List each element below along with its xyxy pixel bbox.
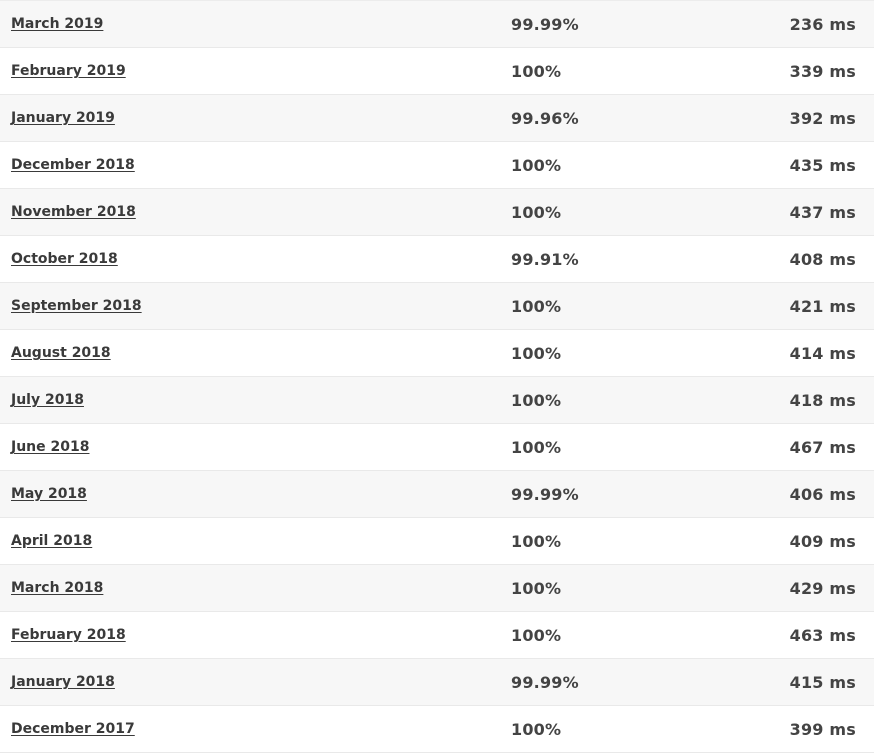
month-link[interactable]: June 2018 [11,439,89,455]
table-row: January 2019 99.96% 392 ms [0,95,874,142]
response-time-cell: 467 ms [789,437,856,457]
response-time-cell: 435 ms [789,155,856,175]
month-cell: December 2017 [0,721,500,737]
table-row: December 2017 100% 399 ms [0,706,874,753]
uptime-cell: 99.91% [511,249,579,269]
response-time-cell: 392 ms [789,108,856,128]
month-cell: September 2018 [0,298,500,314]
month-cell: May 2018 [0,486,500,502]
month-link[interactable]: November 2018 [11,204,136,220]
table-row: August 2018 100% 414 ms [0,330,874,377]
uptime-cell: 99.96% [511,108,579,128]
table-row: July 2018 100% 418 ms [0,377,874,424]
uptime-cell: 100% [511,343,562,363]
table-row: June 2018 100% 467 ms [0,424,874,471]
uptime-cell: 100% [511,531,562,551]
response-time-cell: 399 ms [789,719,856,739]
month-cell: November 2018 [0,204,500,220]
table-row: November 2018 100% 437 ms [0,189,874,236]
month-link[interactable]: May 2018 [11,486,87,502]
table-row: March 2018 100% 429 ms [0,565,874,612]
month-cell: January 2019 [0,110,500,126]
uptime-cell: 100% [511,390,562,410]
uptime-cell: 100% [511,202,562,222]
uptime-cell: 100% [511,155,562,175]
month-cell: February 2018 [0,627,500,643]
month-cell: March 2018 [0,580,500,596]
table-row: March 2019 99.99% 236 ms [0,1,874,48]
response-time-cell: 463 ms [789,625,856,645]
response-time-cell: 415 ms [789,672,856,692]
uptime-cell: 100% [511,625,562,645]
month-cell: December 2018 [0,157,500,173]
uptime-cell: 99.99% [511,484,579,504]
uptime-cell: 100% [511,437,562,457]
month-cell: April 2018 [0,533,500,549]
uptime-cell: 99.99% [511,672,579,692]
month-link[interactable]: April 2018 [11,533,92,549]
table-row: October 2018 99.91% 408 ms [0,236,874,283]
month-link[interactable]: September 2018 [11,298,142,314]
response-time-cell: 409 ms [789,531,856,551]
month-cell: July 2018 [0,392,500,408]
monthly-uptime-table: March 2019 99.99% 236 ms February 2019 1… [0,0,874,753]
month-link[interactable]: March 2019 [11,16,103,32]
month-link[interactable]: December 2018 [11,157,135,173]
month-cell: June 2018 [0,439,500,455]
month-link[interactable]: February 2018 [11,627,126,643]
table-row: December 2018 100% 435 ms [0,142,874,189]
month-cell: August 2018 [0,345,500,361]
month-link[interactable]: February 2019 [11,63,126,79]
month-cell: October 2018 [0,251,500,267]
table-row: April 2018 100% 409 ms [0,518,874,565]
month-link[interactable]: January 2019 [11,110,115,126]
response-time-cell: 408 ms [789,249,856,269]
response-time-cell: 429 ms [789,578,856,598]
month-link[interactable]: December 2017 [11,721,135,737]
response-time-cell: 414 ms [789,343,856,363]
response-time-cell: 406 ms [789,484,856,504]
month-link[interactable]: October 2018 [11,251,118,267]
uptime-cell: 100% [511,61,562,81]
month-link[interactable]: March 2018 [11,580,103,596]
table-row: January 2018 99.99% 415 ms [0,659,874,706]
uptime-cell: 100% [511,719,562,739]
response-time-cell: 339 ms [789,61,856,81]
month-cell: March 2019 [0,16,500,32]
table-row: September 2018 100% 421 ms [0,283,874,330]
month-cell: February 2019 [0,63,500,79]
month-cell: January 2018 [0,674,500,690]
uptime-cell: 99.99% [511,14,579,34]
table-row: May 2018 99.99% 406 ms [0,471,874,518]
response-time-cell: 418 ms [789,390,856,410]
response-time-cell: 236 ms [789,14,856,34]
month-link[interactable]: January 2018 [11,674,115,690]
uptime-cell: 100% [511,296,562,316]
response-time-cell: 437 ms [789,202,856,222]
uptime-cell: 100% [511,578,562,598]
table-row: February 2019 100% 339 ms [0,48,874,95]
month-link[interactable]: July 2018 [11,392,84,408]
response-time-cell: 421 ms [789,296,856,316]
table-row: February 2018 100% 463 ms [0,612,874,659]
month-link[interactable]: August 2018 [11,345,111,361]
